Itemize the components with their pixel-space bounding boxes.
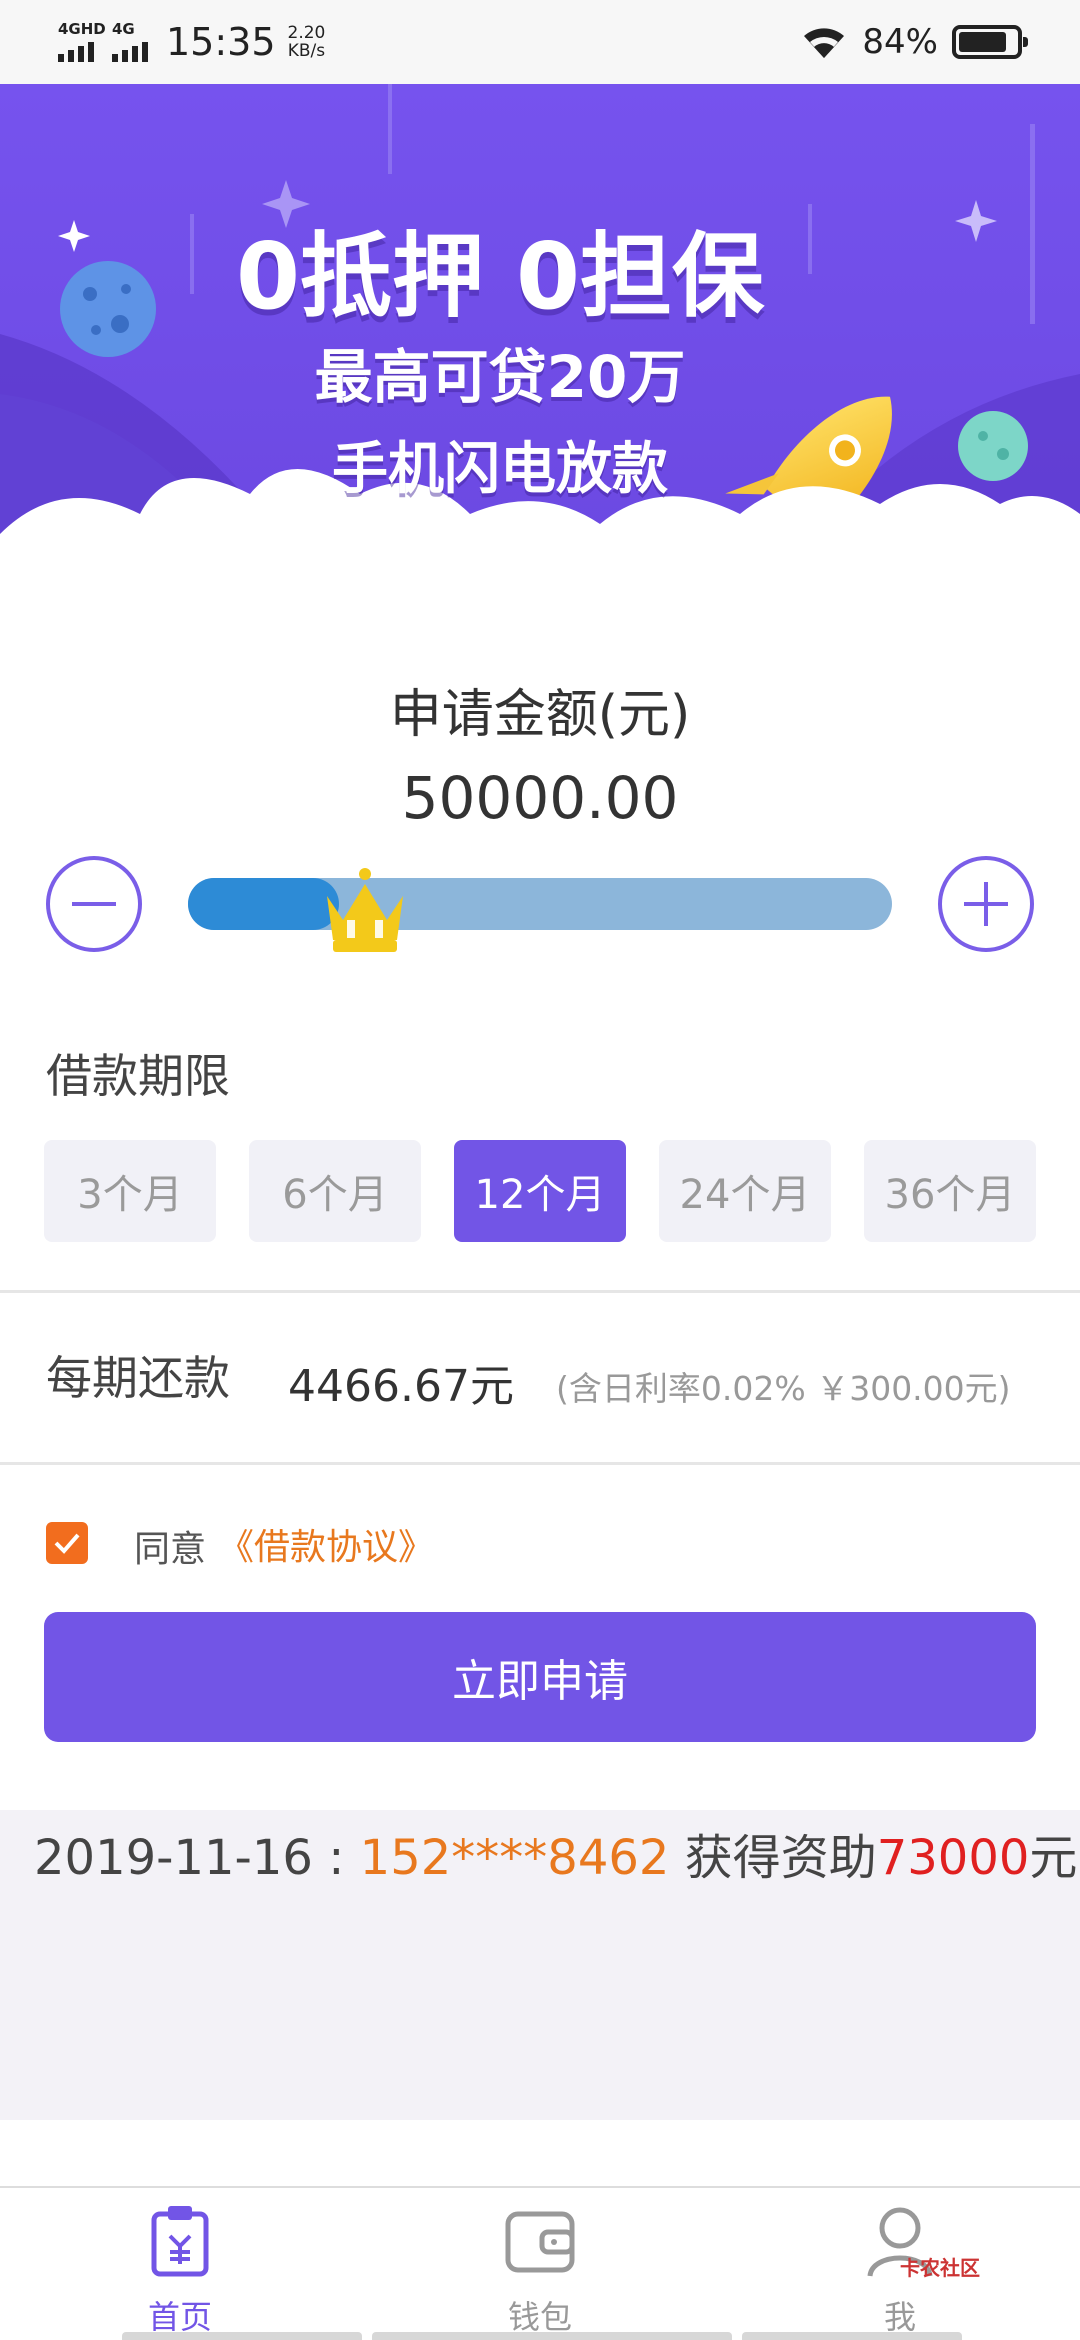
loan-agreement-link[interactable]: 《借款协议》 — [218, 1518, 434, 1570]
clipboard-yen-icon — [151, 2206, 209, 2277]
banner-headline: 0抵押 0担保 — [235, 223, 765, 330]
signal-icon-2: 4G — [112, 20, 148, 62]
clock: 15:35 — [166, 20, 276, 64]
wallet-icon — [505, 2211, 575, 2273]
network-type-2: 4G — [112, 20, 135, 38]
funding-notice: 2019-11-16 : 152****8462 获得资助73000元! — [34, 1818, 1080, 1888]
notice-middle: 获得资助 — [684, 1830, 877, 1886]
term-options: 3个月 6个月 12个月 24个月 36个月 — [44, 1140, 1036, 1242]
apply-now-button[interactable]: 立即申请 — [44, 1612, 1036, 1742]
divider — [0, 1462, 1080, 1465]
check-icon — [54, 1533, 80, 1554]
increase-amount-button[interactable] — [938, 856, 1034, 952]
watermark-logo: 卡农社区 — [900, 2256, 980, 2280]
amount-value: 50000.00 — [401, 764, 679, 832]
agree-checkbox[interactable] — [46, 1522, 88, 1564]
notice-date: 2019-11-16 : — [34, 1830, 345, 1886]
battery-percent: 84% — [862, 22, 938, 62]
amount-slider[interactable] — [188, 878, 892, 930]
network-speed: 2.20 KB/s — [287, 23, 326, 61]
notice-amount: 73000 — [876, 1830, 1030, 1886]
network-type-1: 4GHD — [58, 20, 106, 38]
decrease-amount-button[interactable] — [46, 856, 142, 952]
agree-text: 同意 — [134, 1529, 207, 1570]
home-indicator — [742, 2332, 962, 2340]
battery-icon — [952, 25, 1028, 59]
divider — [0, 1290, 1080, 1293]
crown-slider-handle-icon[interactable] — [317, 862, 413, 958]
repayment-label: 每期还款 — [46, 1351, 230, 1405]
term-option-24[interactable]: 24个月 — [659, 1140, 831, 1242]
repayment-note: (含日利率0.02% ￥300.00元) — [556, 1369, 1011, 1408]
banner-tagline: 手机闪电放款 — [332, 437, 668, 502]
term-option-12[interactable]: 12个月 — [454, 1140, 626, 1242]
promo-banner[interactable]: 0抵押 0担保 最高可贷20万 手机闪电放款 — [0, 84, 1080, 620]
notice-phone: 152****8462 — [359, 1830, 670, 1886]
repayment-value: 4466.67元 — [288, 1361, 514, 1412]
term-option-36[interactable]: 36个月 — [864, 1140, 1036, 1242]
wifi-icon — [804, 28, 845, 58]
notice-suffix: 元! — [1029, 1830, 1080, 1886]
signal-icon: 4GHD — [58, 20, 106, 62]
term-option-6[interactable]: 6个月 — [249, 1140, 421, 1242]
home-indicator — [372, 2332, 732, 2340]
banner-subline: 最高可贷20万 — [314, 343, 686, 411]
term-option-3[interactable]: 3个月 — [44, 1140, 216, 1242]
status-bar: 4GHD 4G 15:35 2.20 KB/s 84% — [0, 0, 1080, 84]
tab-home[interactable]: 首页 — [0, 2188, 360, 2340]
term-label: 借款期限 — [46, 1049, 230, 1103]
amount-label: 申请金额(元) — [389, 685, 691, 745]
home-indicator — [122, 2332, 362, 2340]
tab-wallet[interactable]: 钱包 — [360, 2188, 720, 2340]
